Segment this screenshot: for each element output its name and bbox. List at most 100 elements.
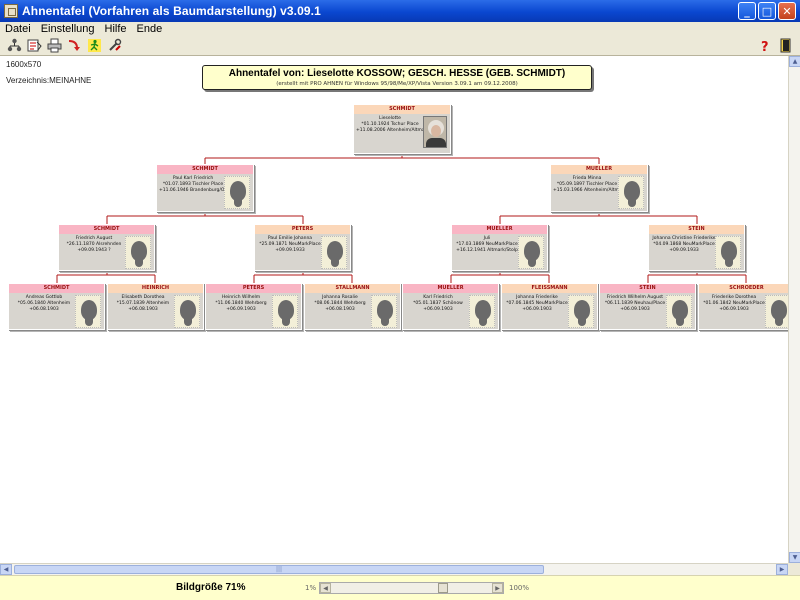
zoom-min-label: 1% bbox=[305, 584, 317, 592]
person-card-gen3[interactable]: FLEISSMANN Johanna Friederike *07.06.184… bbox=[501, 283, 598, 330]
vertical-scrollbar[interactable]: ▲ ▼ bbox=[788, 56, 800, 563]
death-line: +09.09.1943 ? bbox=[77, 248, 111, 253]
person-card-gen3[interactable]: STALLMANN Johanna Rosalie *08.06.1844 We… bbox=[304, 283, 401, 330]
close-button[interactable]: ✕ bbox=[778, 2, 796, 20]
person-card-gen3[interactable]: STEIN Friedrich Wilhelm August *06.11.18… bbox=[599, 283, 696, 330]
person-card-gen3[interactable]: MUELLER Karl Friedrich *05.01.1837 Schön… bbox=[402, 283, 499, 330]
scrollbar-corner bbox=[788, 563, 800, 575]
zoom-decrease-icon[interactable]: ◀ bbox=[320, 583, 331, 593]
person-details: Frieda Minna *05.09.1897 Tischler Place … bbox=[553, 176, 627, 194]
scroll-left-icon[interactable]: ◀ bbox=[0, 564, 12, 575]
menu-datei[interactable]: Datei bbox=[0, 23, 36, 35]
canvas-size-label: 1600x570 bbox=[6, 60, 42, 69]
tree-title: Ahnentafel von: Lieselotte KOSSOW; GESCH… bbox=[228, 68, 566, 79]
person-details: Paul Emilie Johanna *25.09.1871 NeuMarkP… bbox=[257, 236, 323, 254]
person-card-gen3[interactable]: SCHMIDT Andreas Gottlob *05.06.1840 Alte… bbox=[8, 283, 105, 330]
scroll-right-icon[interactable]: ▶ bbox=[776, 564, 788, 575]
zoom-label: Bildgröße 71% bbox=[176, 582, 246, 593]
person-details: Lieselotte *01.10.1924 Tschur Place +11.… bbox=[356, 116, 430, 134]
menu-hilfe[interactable]: Hilfe bbox=[100, 23, 132, 35]
person-details: Heinrich Wilhelm *11.06.1840 Wehrberg +0… bbox=[208, 295, 274, 313]
death-line: +06.08.1903 bbox=[325, 307, 355, 312]
surname: MUELLER bbox=[551, 165, 647, 174]
person-details: Johanna Rosalie *08.06.1844 Wehrberg +06… bbox=[307, 295, 373, 313]
person-details: Johanna Christine Friederike *04.09.1868… bbox=[651, 236, 717, 254]
silhouette-icon bbox=[715, 236, 741, 269]
surname: FLEISSMANN bbox=[502, 284, 597, 293]
horizontal-scroll-thumb[interactable]: ||| bbox=[14, 565, 544, 574]
menu-ende[interactable]: Ende bbox=[132, 23, 168, 35]
run-icon[interactable] bbox=[86, 37, 103, 54]
window-title: Ahnentafel (Vorfahren als Baumdarstellun… bbox=[22, 4, 321, 18]
person-card-grandfather-maternal[interactable]: MUELLER Juli *17.03.1869 NeuMarkPlace +1… bbox=[451, 224, 548, 271]
tree-subtitle: (erstellt mit PRO AHNEN für Windows 95/9… bbox=[276, 81, 518, 87]
tree-icon[interactable] bbox=[6, 37, 23, 54]
person-details: Friederike Dorothea *01.06.1842 NeuMarkP… bbox=[701, 295, 767, 313]
person-details: Juli *17.03.1869 NeuMarkPlace +16.12.194… bbox=[454, 236, 520, 254]
menu-bar: Datei Einstellung Hilfe Ende bbox=[0, 22, 800, 36]
person-card-father[interactable]: SCHMIDT Paul Karl Friedrich *01.07.1893 … bbox=[156, 164, 254, 212]
scroll-down-icon[interactable]: ▼ bbox=[789, 552, 800, 563]
person-details: Johanna Friederike *07.06.1845 NeuMarkPl… bbox=[504, 295, 570, 313]
print-icon[interactable] bbox=[46, 37, 63, 54]
tree-header: Ahnentafel von: Lieselotte KOSSOW; GESCH… bbox=[202, 65, 592, 90]
surname: PETERS bbox=[255, 225, 350, 234]
silhouette-icon bbox=[125, 236, 151, 269]
zoom-slider-thumb[interactable] bbox=[438, 583, 448, 593]
tools-icon[interactable] bbox=[106, 37, 123, 54]
person-edit-icon[interactable] bbox=[26, 37, 43, 54]
surname: SCHMIDT bbox=[59, 225, 154, 234]
person-card-gen3[interactable]: PETERS Heinrich Wilhelm *11.06.1840 Wehr… bbox=[205, 283, 302, 330]
directory-label: Verzeichnis:MEINAHNE bbox=[6, 76, 92, 85]
death-line: +11.08.2006 Altenheim/Altmark bbox=[356, 128, 430, 133]
death-line: +06.09.1903 bbox=[719, 307, 749, 312]
death-line: +06.09.1903 bbox=[620, 307, 650, 312]
menu-einstellung[interactable]: Einstellung bbox=[36, 23, 100, 35]
person-details: Andreas Gottlob *05.06.1840 Altenheim +0… bbox=[11, 295, 77, 313]
silhouette-icon bbox=[618, 176, 644, 209]
horizontal-scrollbar[interactable]: ◀ ||| ▶ bbox=[0, 563, 788, 575]
death-line: +11.06.1946 Brandenburg/Ostb bbox=[159, 188, 232, 193]
surname: STEIN bbox=[600, 284, 695, 293]
person-card-gen3[interactable]: HEINRICH Elisabeth Dorothea *15.07.1839 … bbox=[107, 283, 204, 330]
surname: SCHMIDT bbox=[354, 105, 450, 114]
help-icon[interactable]: ? bbox=[756, 37, 773, 54]
death-line: +16.12.1941 Altmark/Stolp bbox=[456, 248, 518, 253]
person-card-grandmother-maternal[interactable]: STEIN Johanna Christine Friederike *04.0… bbox=[648, 224, 745, 271]
person-card-grandfather-paternal[interactable]: SCHMIDT Friedrich August *26.11.1870 Als… bbox=[58, 224, 155, 271]
silhouette-icon bbox=[75, 295, 101, 328]
person-card-gen3[interactable]: SCHROEDER Friederike Dorothea *01.06.184… bbox=[698, 283, 795, 330]
death-line: +09.09.1933 bbox=[275, 248, 305, 253]
person-card-proband[interactable]: SCHMIDT Lieselotte *01.10.1924 Tschur Pl… bbox=[353, 104, 451, 154]
person-card-mother[interactable]: MUELLER Frieda Minna *05.09.1897 Tischle… bbox=[550, 164, 648, 212]
silhouette-icon bbox=[666, 295, 692, 328]
person-details: Paul Karl Friedrich *01.07.1893 Tischler… bbox=[159, 176, 232, 194]
silhouette-icon bbox=[174, 295, 200, 328]
person-card-grandmother-paternal[interactable]: PETERS Paul Emilie Johanna *25.09.1871 N… bbox=[254, 224, 351, 271]
death-line: +15.03.1966 Altenheim/Altmark bbox=[553, 188, 627, 193]
zoom-slider[interactable]: ◀ ▶ bbox=[319, 582, 504, 594]
surname: MUELLER bbox=[452, 225, 547, 234]
zoom-increase-icon[interactable]: ▶ bbox=[492, 583, 503, 593]
silhouette-icon bbox=[272, 295, 298, 328]
silhouette-icon bbox=[321, 236, 347, 269]
scroll-up-icon[interactable]: ▲ bbox=[789, 56, 800, 67]
person-details: Friedrich August *26.11.1870 Alsrehnden … bbox=[61, 236, 127, 254]
person-details: Elisabeth Dorothea *15.07.1839 Altenheim… bbox=[110, 295, 176, 313]
arrow-icon[interactable] bbox=[66, 37, 83, 54]
status-bar: Bildgröße 71% 1% ◀ ▶ 100% bbox=[0, 575, 800, 600]
surname: STEIN bbox=[649, 225, 744, 234]
death-line: +06.09.1903 bbox=[423, 307, 453, 312]
surname: MUELLER bbox=[403, 284, 498, 293]
surname: PETERS bbox=[206, 284, 301, 293]
person-details: Karl Friedrich *05.01.1837 Schönow +06.0… bbox=[405, 295, 471, 313]
death-line: +06.09.1903 bbox=[522, 307, 552, 312]
tree-canvas[interactable]: 1600x570 Verzeichnis:MEINAHNE Ahnentafel… bbox=[0, 56, 796, 563]
surname: STALLMANN bbox=[305, 284, 400, 293]
silhouette-icon bbox=[469, 295, 495, 328]
maximize-button[interactable]: □ bbox=[758, 2, 776, 20]
title-bar: Ahnentafel (Vorfahren als Baumdarstellun… bbox=[0, 0, 800, 22]
exit-door-icon[interactable] bbox=[777, 37, 794, 54]
silhouette-icon bbox=[568, 295, 594, 328]
minimize-button[interactable]: _ bbox=[738, 2, 756, 20]
